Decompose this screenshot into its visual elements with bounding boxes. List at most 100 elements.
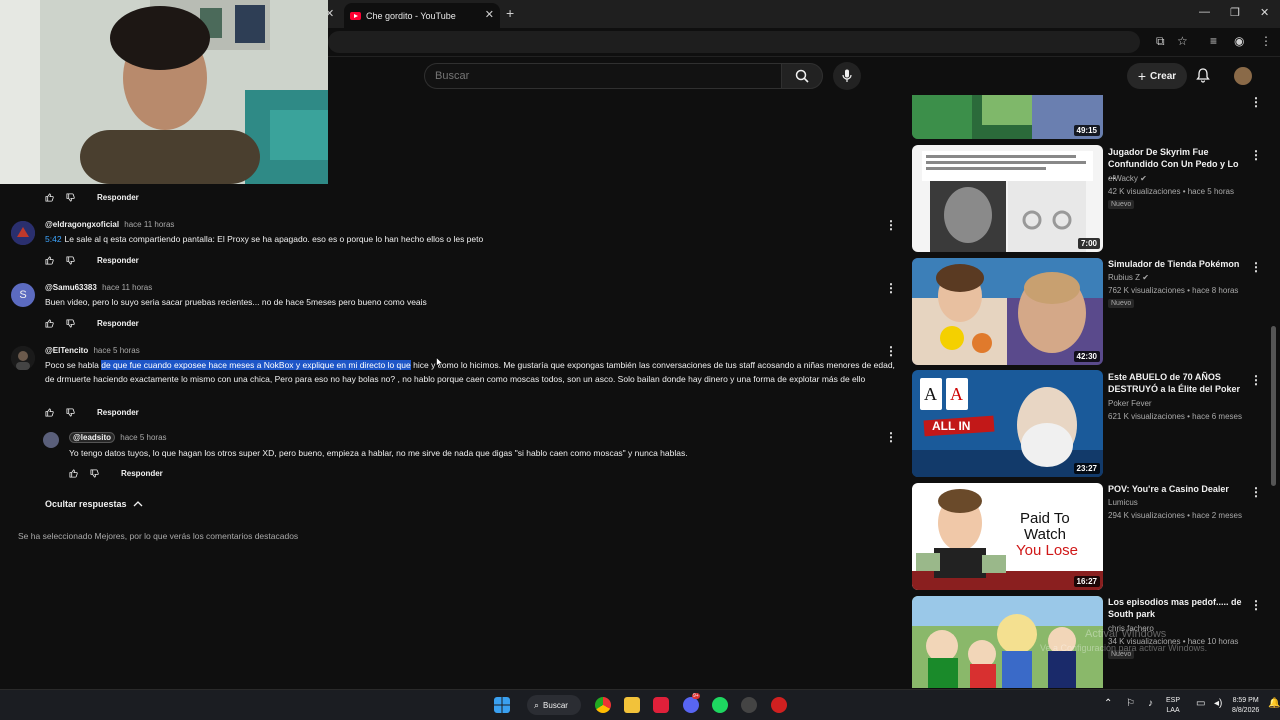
video-menu-icon[interactable]: ⋮ <box>1250 373 1262 387</box>
like-icon[interactable] <box>45 193 54 202</box>
video-menu-icon[interactable]: ⋮ <box>1250 598 1262 612</box>
file-explorer-icon[interactable] <box>624 697 640 713</box>
minimize-icon[interactable]: — <box>1199 6 1210 18</box>
video-thumbnail[interactable] <box>912 596 1103 688</box>
search-box[interactable] <box>424 63 781 89</box>
restore-icon[interactable]: ❐ <box>1230 6 1240 19</box>
taskbar-search-label: Buscar <box>543 700 568 710</box>
comment-menu-icon[interactable]: ⋮ <box>885 281 897 295</box>
media-controls-icon[interactable]: ≡ <box>1210 34 1217 48</box>
reply-actions: Responder <box>69 469 163 478</box>
like-icon[interactable] <box>45 319 54 328</box>
microphone-tray-icon[interactable]: ♪ <box>1148 698 1153 709</box>
comment-header: @leadsito hace 5 horas <box>69 432 167 443</box>
video-menu-icon[interactable]: ⋮ <box>1250 260 1262 274</box>
clock[interactable]: 8:59 PM 8/8/2026 <box>1232 696 1259 716</box>
create-button[interactable]: + Crear <box>1127 63 1187 89</box>
profile-icon[interactable]: ◉ <box>1234 34 1244 48</box>
video-thumbnail[interactable]: A A ALL IN 23:27 <box>912 370 1103 477</box>
reply-menu-icon[interactable]: ⋮ <box>885 430 897 444</box>
search-button[interactable] <box>781 63 823 89</box>
dislike-icon[interactable] <box>66 319 75 328</box>
video-thumbnail[interactable]: Paid To Watch You Lose 16:27 <box>912 483 1103 590</box>
chrome-icon[interactable] <box>595 697 611 713</box>
discord-icon[interactable] <box>683 697 699 713</box>
video-channel[interactable]: elWacky ✔ <box>1108 174 1147 183</box>
avatar[interactable] <box>11 221 35 245</box>
comment-header: @ElTencito hace 5 horas <box>45 346 140 355</box>
notifications-bell-icon[interactable] <box>1196 68 1210 83</box>
video-menu-icon[interactable]: ⋮ <box>1250 148 1262 162</box>
comment-author[interactable]: @Samu63383 <box>45 283 97 292</box>
network-icon[interactable]: ⚐ <box>1126 698 1135 709</box>
like-icon[interactable] <box>45 408 54 417</box>
video-title[interactable]: Simulador de Tienda Pokémon <box>1108 258 1244 270</box>
video-title[interactable]: POV: You're a Casino Dealer <box>1108 483 1244 495</box>
comment-author[interactable]: @eldragongxoficial <box>45 220 119 229</box>
language-indicator[interactable]: ESP LAA <box>1166 696 1180 716</box>
tab-close-icon[interactable]: ✕ <box>485 8 494 21</box>
avatar[interactable] <box>43 432 59 448</box>
video-thumbnail[interactable]: 49:15 <box>912 95 1103 139</box>
video-title[interactable]: Este ABUELO de 70 AÑOS DESTRUYÓ a la Éli… <box>1108 371 1244 395</box>
new-tab-button[interactable]: + <box>506 5 514 21</box>
obs-icon[interactable] <box>741 697 757 713</box>
timestamp-link[interactable]: 5:42 <box>45 234 62 244</box>
comment-menu-icon[interactable]: ⋮ <box>885 218 897 232</box>
browser-menu-icon[interactable]: ⋮ <box>1260 34 1272 48</box>
dislike-icon[interactable] <box>66 256 75 265</box>
notifications-icon[interactable]: 🔔 <box>1268 698 1280 709</box>
comment-author[interactable]: @leadsito <box>69 432 116 443</box>
like-icon[interactable] <box>69 469 78 478</box>
like-icon[interactable] <box>45 256 54 265</box>
display-icon[interactable]: ▭ <box>1196 698 1205 709</box>
video-channel[interactable]: Rubius Z ✔ <box>1108 273 1149 282</box>
video-channel[interactable]: Lumicus <box>1108 498 1138 507</box>
comment-menu-icon[interactable]: ⋮ <box>885 344 897 358</box>
comment-author[interactable]: @ElTencito <box>45 346 88 355</box>
reply-button[interactable]: Responder <box>97 408 139 417</box>
comment-body-start: Poco se habla <box>45 360 102 370</box>
video-thumbnail[interactable]: 7:00 <box>912 145 1103 252</box>
dislike-icon[interactable] <box>66 408 75 417</box>
dislike-icon[interactable] <box>66 193 75 202</box>
avatar[interactable]: S <box>11 283 35 307</box>
window-close-icon[interactable]: ✕ <box>1260 6 1269 19</box>
reply-button[interactable]: Responder <box>97 319 139 328</box>
page-scrollbar[interactable] <box>1271 326 1276 486</box>
video-menu-icon[interactable]: ⋮ <box>1250 95 1262 109</box>
tab-youtube[interactable]: Che gordito - YouTube ✕ <box>344 3 500 28</box>
search-input[interactable] <box>425 64 781 88</box>
avatar[interactable] <box>11 346 35 370</box>
video-channel[interactable]: Poker Fever <box>1108 399 1152 408</box>
comment-time[interactable]: hace 11 horas <box>102 283 152 292</box>
comment-time[interactable]: hace 5 horas <box>93 346 139 355</box>
svg-text:A: A <box>924 384 937 404</box>
reply-button[interactable]: Responder <box>121 469 163 478</box>
windows-start-icon[interactable] <box>494 697 510 713</box>
recording-app-icon[interactable] <box>771 697 787 713</box>
user-avatar[interactable] <box>1234 67 1252 85</box>
clock-time: 8:59 PM <box>1232 697 1259 704</box>
volume-icon[interactable]: ◂) <box>1214 698 1222 709</box>
voice-search-button[interactable] <box>833 62 861 90</box>
video-menu-icon[interactable]: ⋮ <box>1250 485 1262 499</box>
reply-button[interactable]: Responder <box>97 193 139 202</box>
bookmark-star-icon[interactable]: ☆ <box>1177 34 1188 48</box>
video-meta: 294 K visualizaciones • hace 2 meses <box>1108 511 1242 520</box>
spotify-icon[interactable] <box>712 697 728 713</box>
dislike-icon[interactable] <box>90 469 99 478</box>
show-hidden-icons-chevron-icon[interactable]: ⌃ <box>1104 698 1112 709</box>
video-title[interactable]: Los episodios mas pedof..... de South pa… <box>1108 596 1244 620</box>
comment-actions: Responder <box>45 193 139 202</box>
url-field[interactable] <box>328 31 1140 53</box>
taskbar-search[interactable]: ⌕ Buscar <box>527 695 581 715</box>
install-app-icon[interactable]: ⧉ <box>1156 34 1165 49</box>
video-thumbnail[interactable]: 42:30 <box>912 258 1103 365</box>
app-icon[interactable] <box>653 697 669 713</box>
comment-time[interactable]: hace 5 horas <box>120 433 166 442</box>
comment-actions: Responder <box>45 408 139 417</box>
hide-replies-button[interactable]: Ocultar respuestas <box>45 499 143 509</box>
reply-button[interactable]: Responder <box>97 256 139 265</box>
comment-time[interactable]: hace 11 horas <box>124 220 174 229</box>
